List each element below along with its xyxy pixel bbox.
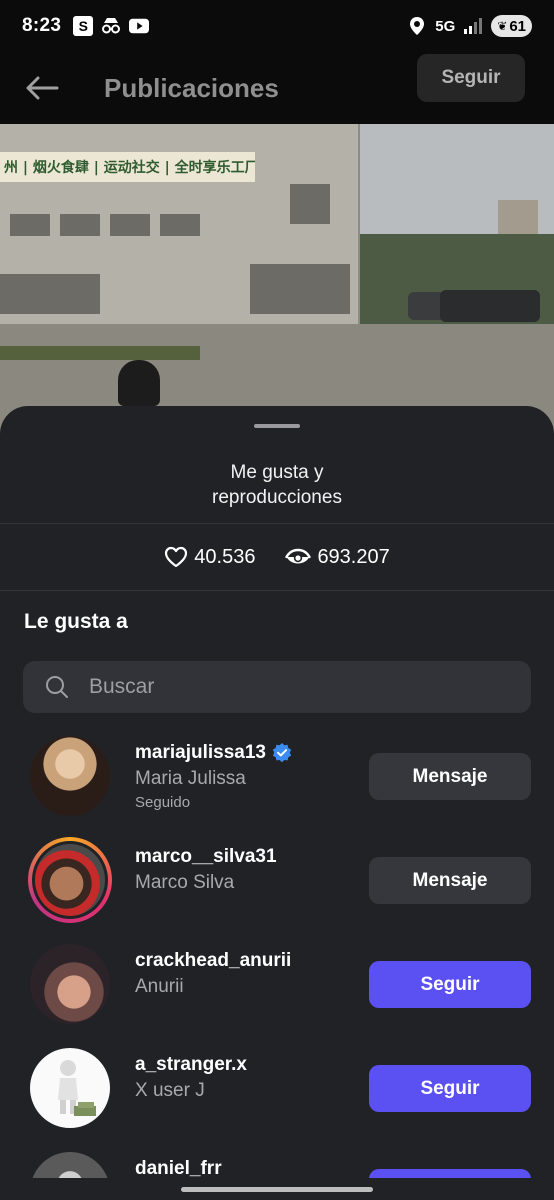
user-row[interactable]: crackhead_anurii Anurii Seguir (0, 932, 554, 1036)
user-info: mariajulissa13 Maria Julissa Seguido (135, 742, 292, 811)
username-text: crackhead_anurii (135, 950, 292, 971)
username[interactable]: marco__silva31 (135, 846, 277, 868)
sheet-title: Me gusta y reproducciones (0, 460, 554, 510)
user-info: a_stranger.x X user J (135, 1054, 247, 1102)
username[interactable]: mariajulissa13 (135, 742, 292, 764)
video-person (118, 360, 160, 406)
username[interactable]: a_stranger.x (135, 1054, 247, 1076)
full-name: Maria Julissa (135, 768, 246, 789)
arrow-left-icon (26, 76, 59, 100)
user-info: daniel_frr (135, 1158, 222, 1180)
follow-button[interactable]: Seguir (369, 1065, 531, 1112)
leaf-icon: ❦ (497, 19, 508, 33)
full-name: Marco Silva (135, 872, 235, 893)
user-info: marco__silva31 Marco Silva (135, 846, 277, 894)
avatar-image (30, 736, 110, 816)
stats-row: 40.536 693.207 (0, 524, 554, 590)
page-title: Publicaciones (104, 72, 279, 103)
sheet-title-line2: reproducciones (212, 487, 342, 508)
battery-level: 61 (509, 17, 526, 35)
follow-button[interactable]: Seguir (369, 961, 531, 1008)
user-row[interactable]: mariajulissa13 Maria Julissa Seguido Men… (0, 724, 554, 828)
video-car (440, 290, 540, 322)
app-s-icon: S (73, 16, 94, 36)
verified-badge-icon (272, 743, 292, 763)
back-button[interactable] (0, 52, 84, 124)
avatar[interactable] (28, 943, 112, 1025)
avatar-image (30, 1048, 110, 1128)
section-title: Le gusta a (24, 610, 128, 633)
username-text: daniel_frr (135, 1158, 222, 1179)
search-bar[interactable] (23, 661, 531, 713)
likes-stat: 40.536 (164, 546, 255, 569)
likes-count: 40.536 (194, 545, 256, 568)
views-count: 693.207 (317, 545, 390, 568)
avatar[interactable] (28, 1047, 112, 1129)
message-button[interactable]: Mensaje (369, 857, 531, 904)
username[interactable]: crackhead_anurii (135, 950, 291, 972)
search-icon (46, 676, 68, 698)
status-time: 8:23 (22, 15, 62, 36)
location-icon (407, 16, 427, 36)
user-info: crackhead_anurii Anurii (135, 950, 291, 998)
follow-status: Seguido (135, 794, 191, 811)
spy-icon (101, 16, 121, 36)
user-row[interactable]: a_stranger.x X user J Seguir (0, 1036, 554, 1140)
search-input[interactable] (89, 675, 489, 699)
top-header: Publicaciones Seguir (0, 52, 554, 124)
user-row[interactable]: marco__silva31 Marco Silva Mensaje (0, 828, 554, 932)
username-text: a_stranger.x (135, 1054, 247, 1075)
video-grass (0, 346, 200, 360)
avatar-image (32, 841, 108, 919)
full-name: Anurii (135, 976, 184, 997)
drag-handle[interactable] (254, 424, 300, 428)
signal-icon (463, 16, 483, 36)
header-follow-button[interactable]: Seguir (417, 54, 525, 102)
status-bar: 8:23 S 5G ❦ 61 (0, 0, 554, 52)
username[interactable]: daniel_frr (135, 1158, 222, 1180)
video-banner: 州 | 烟火食肆 | 运动社交 | 全时享乐工厂 (0, 152, 255, 182)
system-icons: 5G ❦ 61 (407, 15, 532, 37)
message-button[interactable]: Mensaje (369, 753, 531, 800)
network-type: 5G (435, 17, 456, 35)
story-ring-avatar (28, 837, 112, 923)
avatar[interactable] (28, 735, 112, 817)
divider (0, 590, 554, 591)
avatar-image (30, 944, 110, 1024)
gesture-bar (0, 1178, 554, 1200)
notification-icons: S (73, 16, 150, 36)
username-text: mariajulissa13 (135, 742, 266, 763)
full-name: X user J (135, 1080, 205, 1101)
video-preview[interactable]: 州 | 烟火食肆 | 运动社交 | 全时享乐工厂 (0, 124, 554, 444)
battery-indicator: ❦ 61 (491, 15, 532, 37)
likes-sheet: Me gusta y reproducciones 40.536 693.207… (0, 406, 554, 1200)
views-stat: 693.207 (285, 545, 390, 569)
sheet-title-line1: Me gusta y (230, 462, 324, 483)
home-indicator[interactable] (181, 1187, 373, 1192)
heart-icon (165, 546, 188, 568)
youtube-icon (129, 16, 150, 36)
avatar[interactable] (28, 837, 112, 923)
username-text: marco__silva31 (135, 846, 277, 867)
eye-icon (285, 548, 312, 564)
